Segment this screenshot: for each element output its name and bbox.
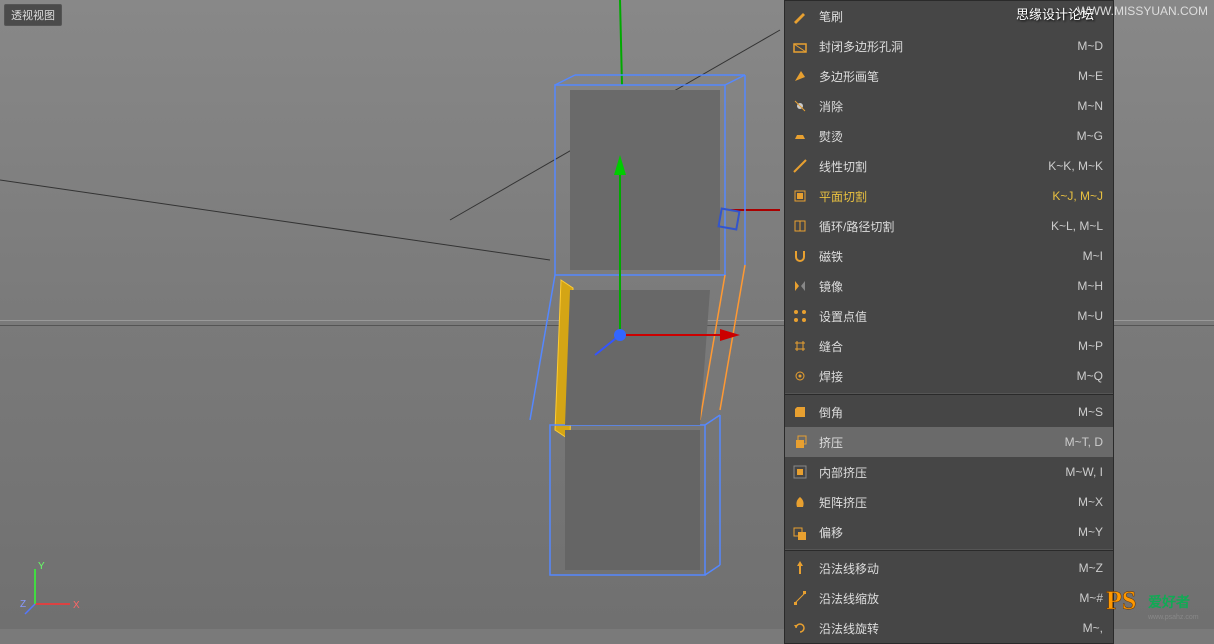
poly-pen-icon: [789, 65, 811, 87]
menu-item-label: 熨烫: [819, 128, 1077, 145]
normal-scale-icon: [789, 587, 811, 609]
menu-item-mirror[interactable]: 镜像M~H: [785, 271, 1113, 301]
menu-item-label: 封闭多边形孔洞: [819, 38, 1077, 55]
bevel-icon: [789, 401, 811, 423]
close-hole-icon: [789, 35, 811, 57]
menu-item-stitch[interactable]: 缝合M~P: [785, 331, 1113, 361]
set-point-icon: [789, 305, 811, 327]
menu-item-close-hole[interactable]: 封闭多边形孔洞M~D: [785, 31, 1113, 61]
menu-item-label: 镜像: [819, 278, 1077, 295]
menu-item-shortcut: M~P: [1078, 339, 1103, 353]
menu-item-label: 沿法线旋转: [819, 620, 1083, 637]
menu-item-shortcut: M~U: [1077, 309, 1103, 323]
matrix-extrude-icon: [789, 491, 811, 513]
menu-item-shortcut: M~G: [1077, 129, 1103, 143]
menu-item-shortcut: M~Z: [1079, 561, 1103, 575]
menu-item-label: 偏移: [819, 524, 1078, 541]
menu-item-shortcut: K~K, M~K: [1048, 159, 1103, 173]
context-menu[interactable]: 笔刷封闭多边形孔洞M~D多边形画笔M~E消除M~N熨烫M~G线性切割K~K, M…: [784, 0, 1114, 644]
menu-item-extrude[interactable]: 挤压M~T, D: [785, 427, 1113, 457]
menu-item-label: 缝合: [819, 338, 1078, 355]
svg-text:www.psahz.com: www.psahz.com: [1147, 614, 1199, 621]
menu-item-label: 线性切割: [819, 158, 1048, 175]
menu-item-label: 焊接: [819, 368, 1077, 385]
view-label[interactable]: 透视视图: [4, 4, 62, 26]
menu-item-normal-rotate[interactable]: 沿法线旋转M~,: [785, 613, 1113, 643]
watermark-url: WWW.MISSYUAN.COM: [1077, 4, 1208, 18]
menu-item-shortcut: M~D: [1077, 39, 1103, 53]
axis-indicator: X Y Z: [20, 559, 80, 619]
menu-item-label: 矩阵挤压: [819, 494, 1078, 511]
menu-item-shortcut: M~N: [1077, 99, 1103, 113]
magnet-icon: [789, 245, 811, 267]
iron-icon: [789, 125, 811, 147]
menu-item-label: 设置点值: [819, 308, 1077, 325]
menu-item-label: 消除: [819, 98, 1077, 115]
offset-icon: [789, 521, 811, 543]
menu-item-shortcut: M~Q: [1077, 369, 1103, 383]
weld-icon: [789, 365, 811, 387]
menu-item-shortcut: M~X: [1078, 495, 1103, 509]
svg-text:Z: Z: [20, 599, 26, 610]
menu-item-normal-scale[interactable]: 沿法线缩放M~#: [785, 583, 1113, 613]
menu-item-shortcut: M~H: [1077, 279, 1103, 293]
menu-item-inner-extrude[interactable]: 内部挤压M~W, I: [785, 457, 1113, 487]
menu-item-shortcut: M~Y: [1078, 525, 1103, 539]
menu-item-weld[interactable]: 焊接M~Q: [785, 361, 1113, 391]
menu-item-label: 多边形画笔: [819, 68, 1078, 85]
menu-item-shortcut: M~,: [1083, 621, 1103, 635]
menu-item-label: 平面切割: [819, 188, 1052, 205]
menu-item-set-point[interactable]: 设置点值M~U: [785, 301, 1113, 331]
inner-extrude-icon: [789, 461, 811, 483]
menu-separator: [785, 549, 1113, 551]
extrude-icon: [789, 431, 811, 453]
svg-text:爱好者: 爱好者: [1148, 594, 1190, 610]
menu-item-shortcut: K~J, M~J: [1052, 189, 1103, 203]
menu-item-poly-pen[interactable]: 多边形画笔M~E: [785, 61, 1113, 91]
menu-item-label: 循环/路径切割: [819, 218, 1051, 235]
menu-item-iron[interactable]: 熨烫M~G: [785, 121, 1113, 151]
dissolve-icon: [789, 95, 811, 117]
menu-item-loop-cut[interactable]: 循环/路径切割K~L, M~L: [785, 211, 1113, 241]
menu-separator: [785, 393, 1113, 395]
mirror-icon: [789, 275, 811, 297]
menu-item-shortcut: K~L, M~L: [1051, 219, 1103, 233]
menu-item-label: 挤压: [819, 434, 1065, 451]
stitch-icon: [789, 335, 811, 357]
menu-item-offset[interactable]: 偏移M~Y: [785, 517, 1113, 547]
menu-item-shortcut: M~S: [1078, 405, 1103, 419]
menu-item-shortcut: M~E: [1078, 69, 1103, 83]
svg-text:PS: PS: [1106, 586, 1136, 615]
knife-icon: [789, 155, 811, 177]
svg-text:Y: Y: [38, 561, 45, 572]
menu-item-plane-cut[interactable]: 平面切割K~J, M~J: [785, 181, 1113, 211]
svg-text:X: X: [73, 600, 80, 611]
normal-rotate-icon: [789, 617, 811, 639]
menu-item-normal-move[interactable]: 沿法线移动M~Z: [785, 553, 1113, 583]
normal-move-icon: [789, 557, 811, 579]
menu-item-label: 沿法线移动: [819, 560, 1079, 577]
menu-item-shortcut: M~W, I: [1065, 465, 1103, 479]
menu-item-shortcut: M~#: [1079, 591, 1103, 605]
watermark-logo: PS 爱好者 www.psahz.com: [1106, 581, 1206, 621]
menu-item-magnet[interactable]: 磁铁M~I: [785, 241, 1113, 271]
menu-item-dissolve[interactable]: 消除M~N: [785, 91, 1113, 121]
menu-item-knife[interactable]: 线性切割K~K, M~K: [785, 151, 1113, 181]
menu-item-label: 倒角: [819, 404, 1078, 421]
menu-item-matrix-extrude[interactable]: 矩阵挤压M~X: [785, 487, 1113, 517]
loop-cut-icon: [789, 215, 811, 237]
plane-cut-icon: [789, 185, 811, 207]
menu-item-bevel[interactable]: 倒角M~S: [785, 397, 1113, 427]
menu-item-label: 内部挤压: [819, 464, 1065, 481]
menu-item-label: 磁铁: [819, 248, 1083, 265]
menu-item-shortcut: M~T, D: [1065, 435, 1103, 449]
menu-item-shortcut: M~I: [1083, 249, 1103, 263]
menu-item-label: 沿法线缩放: [819, 590, 1079, 607]
brush-icon: [789, 5, 811, 27]
